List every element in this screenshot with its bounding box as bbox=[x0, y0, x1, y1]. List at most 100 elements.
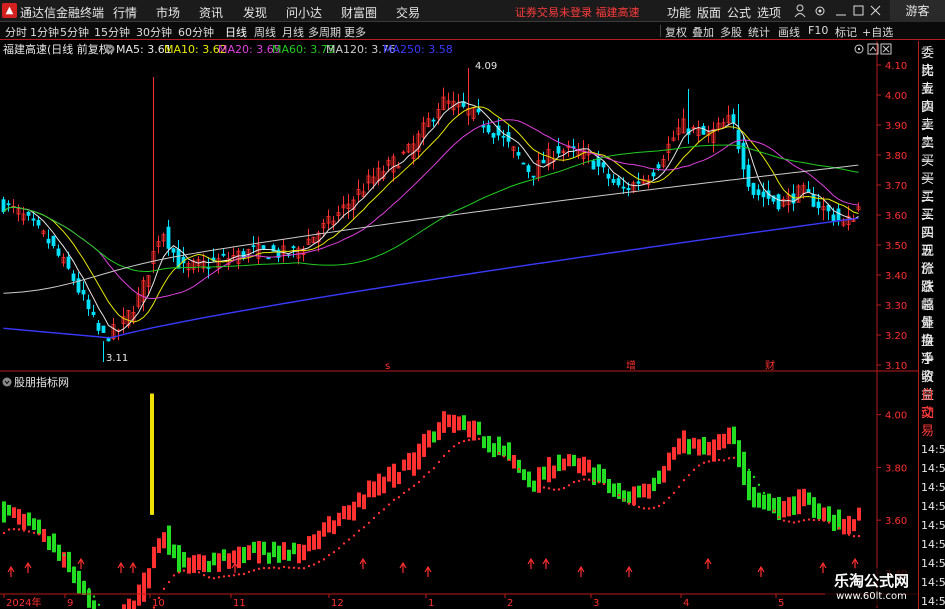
period-more[interactable]: 更多 bbox=[344, 24, 366, 40]
indicator-bar bbox=[197, 554, 201, 571]
price-tick-label: 3.60 bbox=[885, 211, 907, 222]
menu-formula[interactable]: 公式 bbox=[727, 4, 751, 21]
chevron-down-icon[interactable] bbox=[105, 44, 115, 54]
indicator-bar bbox=[812, 497, 816, 518]
add-watchlist-button[interactable]: +自选 bbox=[862, 24, 893, 40]
time-axis-label: 1 bbox=[428, 598, 434, 609]
menu-market[interactable]: 市场 bbox=[156, 4, 180, 21]
trailing-stop-dot bbox=[497, 451, 501, 455]
indicator-bar bbox=[617, 482, 621, 499]
menu-wealth-circle[interactable]: 财富圈 bbox=[341, 4, 377, 21]
guest-button[interactable]: 游客 bbox=[890, 0, 945, 22]
user-icon[interactable] bbox=[794, 4, 806, 18]
trailing-stop-dot bbox=[392, 498, 396, 502]
period-monthly[interactable]: 月线 bbox=[282, 24, 304, 40]
candle-body bbox=[261, 245, 266, 249]
settings-gear-icon[interactable] bbox=[854, 44, 864, 54]
candle-body bbox=[701, 125, 706, 135]
period-weekly[interactable]: 周线 bbox=[254, 24, 276, 40]
buy-arrow-icon bbox=[577, 565, 585, 577]
period-intraday[interactable]: 分时 bbox=[5, 24, 27, 40]
gear-icon[interactable] bbox=[815, 6, 825, 16]
close-panel-icon[interactable] bbox=[880, 43, 892, 55]
trailing-stop-dot bbox=[782, 519, 786, 522]
time-axis-label: 9 bbox=[67, 598, 73, 609]
trailing-stop-dot bbox=[512, 463, 516, 466]
indicator-bar bbox=[737, 440, 741, 468]
trailing-stop-dot bbox=[842, 530, 846, 534]
period-daily[interactable]: 日线 bbox=[225, 24, 247, 40]
menu-news[interactable]: 资讯 bbox=[199, 4, 223, 21]
indicator-bar bbox=[817, 503, 821, 520]
indicator-bar bbox=[802, 488, 806, 507]
menu-market-quotes[interactable]: 行情 bbox=[113, 4, 137, 21]
period-1min[interactable]: 1分钟 bbox=[30, 24, 59, 40]
indicator-bar bbox=[162, 532, 166, 549]
indicator-bar bbox=[522, 469, 526, 481]
trailing-stop-dot bbox=[532, 480, 536, 483]
menu-trade[interactable]: 交易 bbox=[396, 4, 420, 21]
candle-body bbox=[491, 133, 496, 138]
indicator-bar bbox=[372, 481, 376, 498]
indicator-bar bbox=[312, 534, 316, 550]
event-marker-s[interactable]: s bbox=[385, 361, 390, 372]
menu-discover[interactable]: 发现 bbox=[243, 4, 267, 21]
period-toolbar: 分时 1分钟 5分钟 15分钟 30分钟 60分钟 日线 周线 月线 多周期 更… bbox=[0, 22, 945, 40]
overlay-button[interactable]: 叠加 bbox=[692, 24, 714, 40]
time-axis-label: 2 bbox=[507, 598, 513, 609]
period-60min[interactable]: 60分钟 bbox=[178, 24, 214, 40]
trailing-stop-dot bbox=[722, 459, 726, 462]
candle-body bbox=[86, 299, 91, 310]
event-marker-finance[interactable]: 财 bbox=[765, 359, 775, 372]
menu-options[interactable]: 选项 bbox=[757, 4, 781, 21]
trailing-stop-dot bbox=[612, 490, 616, 493]
trailing-stop-dot bbox=[597, 481, 601, 484]
period-multi[interactable]: 多周期 bbox=[308, 24, 341, 40]
indicator-bar bbox=[682, 430, 686, 454]
candle-body bbox=[166, 226, 171, 249]
indicator-spike-bar bbox=[150, 393, 154, 515]
trailing-stop-dot bbox=[192, 569, 196, 572]
trailing-stop-dot bbox=[672, 491, 676, 495]
indicator-bar bbox=[597, 464, 601, 483]
statistics-button[interactable]: 统计 bbox=[748, 24, 770, 40]
maximize-icon[interactable] bbox=[853, 5, 864, 16]
indicator-bar bbox=[342, 506, 346, 520]
period-15min[interactable]: 15分钟 bbox=[94, 24, 130, 40]
indicator-bar bbox=[757, 492, 761, 508]
candle-body bbox=[476, 108, 481, 113]
restore-rights-button[interactable]: 复权 bbox=[665, 24, 687, 40]
mark-button[interactable]: 标记 bbox=[835, 24, 857, 40]
menu-ask-xiaoda[interactable]: 问小达 bbox=[286, 4, 322, 21]
trailing-stop-dot bbox=[287, 566, 291, 569]
candle-body bbox=[636, 181, 641, 184]
indicator-bar bbox=[227, 553, 231, 569]
f10-button[interactable]: F10 bbox=[808, 24, 828, 37]
chevron-down-icon[interactable] bbox=[2, 377, 12, 387]
indicator-bar bbox=[17, 509, 21, 525]
menu-layout[interactable]: 版面 bbox=[697, 4, 721, 21]
period-30min[interactable]: 30分钟 bbox=[136, 24, 172, 40]
indicator-bar bbox=[37, 519, 41, 535]
close-icon[interactable] bbox=[870, 5, 881, 16]
moving-average-lines bbox=[3, 101, 859, 339]
trailing-stop-dot bbox=[797, 520, 801, 523]
indicator-bar bbox=[337, 512, 341, 526]
period-5min[interactable]: 5分钟 bbox=[60, 24, 89, 40]
multi-stock-button[interactable]: 多股 bbox=[720, 24, 742, 40]
trailing-stop-dot bbox=[627, 502, 631, 505]
menu-function[interactable]: 功能 bbox=[667, 4, 691, 21]
event-marker-increase[interactable]: 增 bbox=[626, 359, 636, 372]
indicator-bar bbox=[517, 459, 521, 473]
trailing-stop-dot bbox=[352, 534, 356, 537]
indicator-bar bbox=[332, 520, 336, 535]
trailing-stop-dot bbox=[687, 473, 691, 477]
indicator-bar bbox=[582, 456, 586, 476]
indicator-bar bbox=[202, 555, 206, 573]
kline-chart-area[interactable]: 4.10 4.00 3.90 3.80 3.70 3.60 3.50 3.40 3.30 3.20… bbox=[0, 41, 918, 609]
indicator-bar bbox=[672, 447, 676, 460]
buy-arrow-icon bbox=[527, 557, 535, 569]
indicator-bar bbox=[122, 604, 126, 609]
side-panel-label[interactable]: 交易 bbox=[921, 405, 945, 441]
draw-line-button[interactable]: 画线 bbox=[778, 24, 800, 40]
